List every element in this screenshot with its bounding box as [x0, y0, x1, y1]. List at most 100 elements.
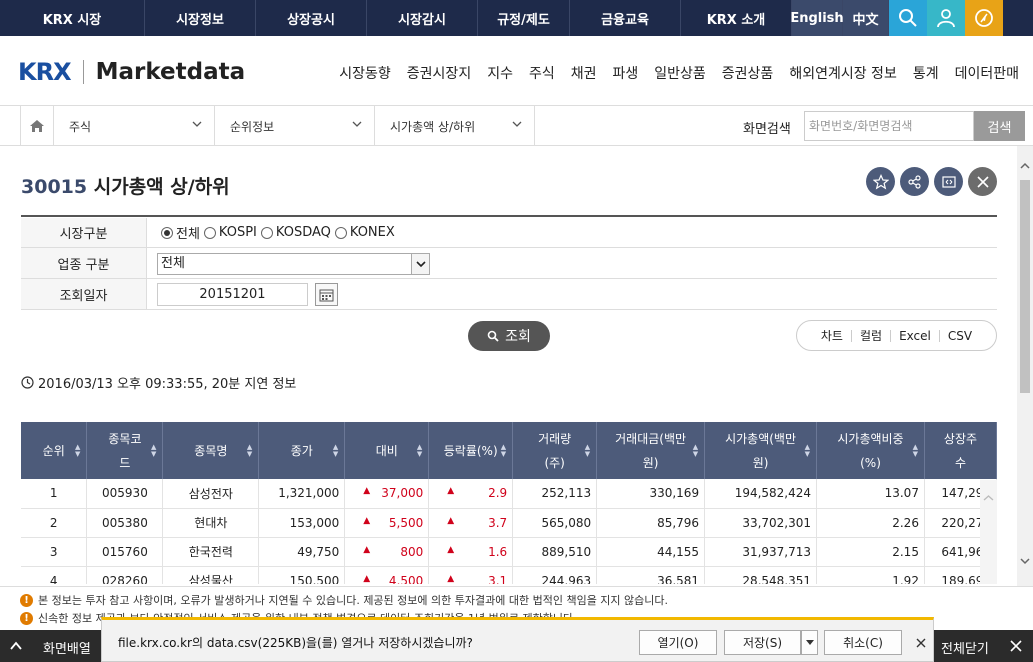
table-header-row: 순위 ▲ ▼ 종목코 드 ▲ ▼ 종목명 ▲ ▼ 종가 ▲ ▼ 대비 ▲ ▼ 등락률(%) ▲ ▼ 거래량…: [21, 422, 997, 479]
col-shares-label: 상장주: [943, 431, 978, 446]
nav-stock[interactable]: 주식: [529, 63, 555, 83]
breadcrumb-select-ranking[interactable]: 순위정보: [215, 106, 375, 146]
col-mcap[interactable]: 시가총액(백만 원) ▲ ▼: [704, 422, 818, 479]
export-excel-button[interactable]: Excel: [891, 329, 940, 342]
col-diff[interactable]: 대비 ▲ ▼: [344, 422, 430, 479]
industry-select-value: 전체: [161, 256, 185, 271]
chevron-down-icon: [192, 121, 202, 127]
breadcrumb-level3-label: 시가총액 상/하위: [390, 119, 476, 134]
calendar-icon[interactable]: [315, 283, 338, 306]
download-cancel-button[interactable]: 취소(C): [824, 630, 902, 655]
screen-search-button[interactable]: 검색: [974, 111, 1025, 141]
col-name[interactable]: 종목명 ▲ ▼: [162, 422, 260, 479]
notice-text-1: 본 정보는 투자 참고 사항이며, 오류가 발생하거나 지연될 수 있습니다. …: [38, 594, 669, 607]
market-option-kosdaq: KOSDAQ: [275, 225, 331, 240]
title-divider: [21, 215, 997, 217]
cell-rate-value: 1.6: [488, 544, 508, 559]
nav-data-sales[interactable]: 데이터판매: [955, 63, 1019, 83]
market-label: 시장구분: [21, 218, 147, 247]
compass-icon[interactable]: [965, 0, 1003, 36]
chevron-up-icon[interactable]: [10, 641, 22, 650]
date-input[interactable]: 20151201: [157, 283, 308, 306]
sort-icon: ▲ ▼: [75, 443, 81, 458]
download-save-dropdown[interactable]: [801, 630, 818, 655]
col-rank[interactable]: 순위 ▲ ▼: [21, 422, 88, 479]
col-shares[interactable]: 상장주 수: [924, 422, 997, 479]
nav-market-trend[interactable]: 시장동향: [339, 63, 391, 83]
col-code[interactable]: 종목코 드 ▲ ▼: [86, 422, 164, 479]
cell-close: 1,321,000: [258, 479, 346, 509]
breadcrumb-select-stock[interactable]: 주식: [54, 106, 215, 146]
nav-securities-index[interactable]: 증권시장지: [407, 63, 471, 83]
table-row[interactable]: 4 028260 삼성물산 150,500 ▲ 4,500 ▲ 3.1 244,96…: [21, 566, 997, 584]
market-radio-all[interactable]: 전체: [161, 223, 200, 242]
cell-rate-value: 3.1: [488, 573, 508, 585]
search-icon[interactable]: [889, 0, 927, 36]
col-close[interactable]: 종가 ▲ ▼: [258, 422, 346, 479]
nav-bond[interactable]: 채권: [571, 63, 597, 83]
topnav-financial-education[interactable]: 금융교육: [570, 0, 681, 36]
nav-overseas-markets[interactable]: 해외연계시장 정보: [789, 63, 897, 83]
share-icon[interactable]: [900, 167, 929, 196]
nav-index[interactable]: 지수: [487, 63, 513, 83]
col-code-label: 종목코: [108, 431, 142, 446]
favorite-star-icon[interactable]: [866, 167, 895, 196]
table-row[interactable]: 1 005930 삼성전자 1,321,000 ▲ 37,000 ▲ 2.9 252…: [21, 479, 997, 509]
nav-derivatives[interactable]: 파생: [613, 63, 639, 83]
cell-name: 삼성전자: [162, 479, 260, 509]
download-save-button[interactable]: 저장(S): [724, 630, 801, 655]
export-csv-button[interactable]: CSV: [940, 330, 980, 342]
krx-logo[interactable]: KRX Marketdata: [18, 58, 245, 86]
topnav-listing-disclosure[interactable]: 상장공시: [256, 0, 367, 36]
export-chart-button[interactable]: 차트: [813, 329, 852, 342]
download-open-button[interactable]: 열기(O): [639, 630, 717, 655]
close-icon[interactable]: [916, 638, 926, 648]
screen-search-input[interactable]: 화면번호/화면명검색: [804, 111, 974, 141]
lang-chinese[interactable]: 中文: [843, 0, 889, 36]
topnav-market-surveillance[interactable]: 시장감시: [367, 0, 478, 36]
cell-amount: 44,155: [596, 537, 706, 567]
expand-icon[interactable]: [934, 167, 963, 196]
screen-layout-button[interactable]: 화면배열: [43, 638, 91, 657]
col-mcap-unit: 원): [752, 455, 769, 470]
market-radio-konex[interactable]: KONEX: [334, 225, 395, 240]
col-amount-unit: 원): [642, 455, 659, 470]
top-navigation: KRX 시장 시장정보 상장공시 시장감시 규정/제도 금융교육 KRX 소개 …: [0, 0, 1033, 36]
topnav-about-krx[interactable]: KRX 소개: [681, 0, 792, 36]
table-scrollbar[interactable]: [980, 480, 997, 584]
market-radio-kospi[interactable]: KOSPI: [203, 225, 257, 240]
export-column-button[interactable]: 컬럼: [852, 329, 892, 342]
main-navigation: 시장동향 증권시장지 지수 주식 채권 파생 일반상품 증권상품 해외연계시장 …: [323, 63, 1019, 83]
col-amount[interactable]: 거래대금(백만 원) ▲ ▼: [596, 422, 706, 479]
topnav-regulations[interactable]: 규정/제도: [478, 0, 570, 36]
col-rate[interactable]: 등락률(%) ▲ ▼: [428, 422, 514, 479]
breadcrumb-select-page[interactable]: 시가총액 상/하위: [375, 106, 535, 146]
market-option-konex: KONEX: [349, 225, 395, 240]
nav-commodities[interactable]: 일반상품: [654, 63, 706, 83]
lang-english[interactable]: English: [790, 0, 844, 36]
cell-volume: 252,113: [512, 479, 598, 509]
user-icon[interactable]: [927, 0, 965, 36]
breadcrumb-level2-label: 순위정보: [230, 119, 275, 134]
close-all-button[interactable]: 전체닫기: [941, 638, 989, 657]
topnav-market-info[interactable]: 시장정보: [145, 0, 256, 36]
topnav-krx-market[interactable]: KRX 시장: [0, 0, 145, 36]
close-icon[interactable]: [1010, 640, 1022, 652]
industry-select[interactable]: 전체: [157, 253, 430, 275]
market-radio-kosdaq[interactable]: KOSDAQ: [260, 225, 331, 240]
col-weight[interactable]: 시가총액비중 (%) ▲ ▼: [816, 422, 925, 479]
table-row[interactable]: 3 015760 한국전력 49,750 ▲ 800 ▲ 1.6 889,510 4…: [21, 537, 997, 567]
nav-statistics[interactable]: 통계: [913, 63, 939, 83]
cell-rate-value: 3.7: [488, 515, 508, 530]
table-row[interactable]: 2 005380 현대차 153,000 ▲ 5,500 ▲ 3.7 565,080…: [21, 508, 997, 538]
scroll-thumb[interactable]: [1020, 180, 1030, 393]
col-weight-unit: (%): [860, 455, 881, 470]
sort-icon: ▲ ▼: [332, 443, 339, 458]
home-icon[interactable]: [20, 106, 54, 146]
inquiry-button[interactable]: 조회: [468, 321, 550, 351]
nav-securities-products[interactable]: 증권상품: [722, 63, 774, 83]
download-message: file.krx.co.kr의 data.csv(225KB)을(를) 열거나 …: [118, 636, 473, 650]
caret-down-icon: [805, 640, 814, 645]
col-volume[interactable]: 거래량 (주) ▲ ▼: [512, 422, 598, 479]
close-icon[interactable]: [968, 167, 997, 196]
